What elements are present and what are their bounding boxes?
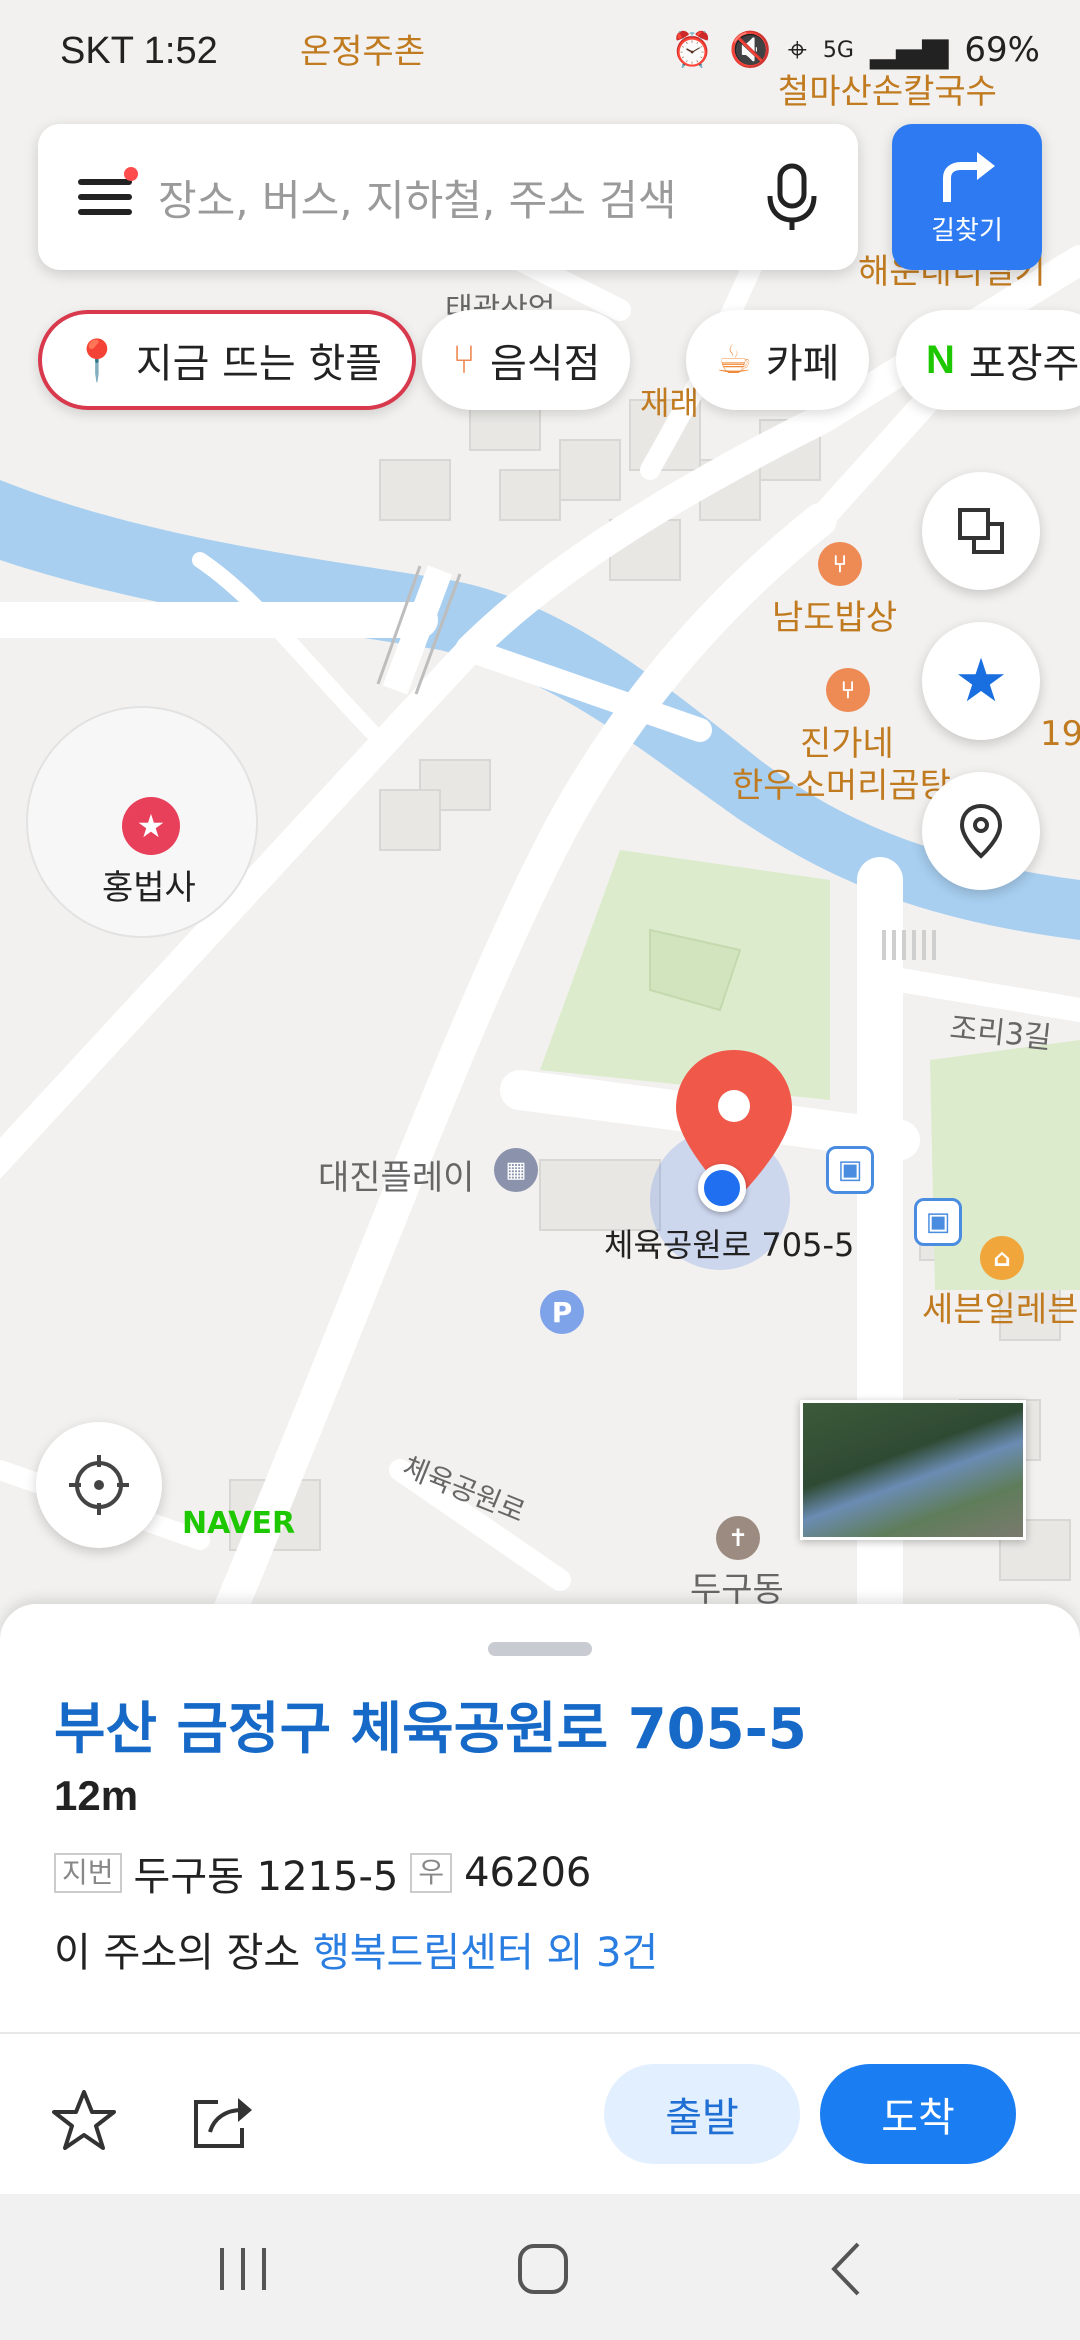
star-icon: ★ xyxy=(954,646,1008,716)
battery-percent: 69% xyxy=(964,30,1040,70)
save-star-icon[interactable] xyxy=(52,2088,116,2152)
recent-apps-icon[interactable] xyxy=(208,2234,278,2304)
directions-label: 길찾기 xyxy=(931,215,1003,246)
search-bar[interactable]: 장소, 버스, 지하철, 주소 검색 xyxy=(38,124,858,270)
chip-label: 카페 xyxy=(765,341,840,387)
chip-label: 지금 뜨는 핫플 xyxy=(135,341,383,387)
crosshair-icon xyxy=(69,1455,129,1515)
distance-text: 12m xyxy=(54,1772,139,1819)
map-label-pin-address: 체육공원로 705-5 xyxy=(604,1226,855,1264)
temple-star-icon: ★ xyxy=(122,797,180,855)
alarm-icon: ⏰ xyxy=(671,30,714,70)
places-prefix: 이 주소의 장소 xyxy=(54,1930,301,1976)
coffee-cup-icon: ☕ xyxy=(716,337,752,383)
arrive-button[interactable]: 도착 xyxy=(820,2064,1016,2164)
restaurant-icon[interactable]: ⑂ xyxy=(826,668,870,712)
place-detail-sheet[interactable]: 부산 금정구 체육공원로 705-5 12m 지번 두구동 1215-5 우 4… xyxy=(0,1604,1080,2194)
my-location-button[interactable] xyxy=(36,1422,162,1548)
layers-button[interactable] xyxy=(922,472,1040,590)
map-label-dugu: 두구동 xyxy=(690,1570,784,1610)
jibun-tag: 지번 xyxy=(54,1853,122,1893)
status-bar: SKT 1:52 ⏰ 🔇 ⌖ 5G ▂▄▆ 69% xyxy=(0,0,1080,110)
parking-icon[interactable]: P xyxy=(540,1290,584,1334)
mute-icon: 🔇 xyxy=(729,30,772,70)
status-time: SKT 1:52 xyxy=(60,30,218,72)
places-at-address: 이 주소의 장소 행복드림센터 외 3건 xyxy=(54,1920,658,1978)
location-pin-icon: 📍 xyxy=(72,337,122,384)
chip-takeout[interactable]: N 포장주 xyxy=(896,310,1080,410)
zip-code: 46206 xyxy=(464,1850,592,1896)
restaurant-icon[interactable]: ⑂ xyxy=(818,542,862,586)
favorites-button[interactable]: ★ xyxy=(922,622,1040,740)
network-type: 5G xyxy=(822,37,854,63)
menu-icon[interactable] xyxy=(78,167,138,221)
system-navigation-bar xyxy=(0,2194,1080,2340)
map-label-jae[interactable]: 재래 xyxy=(640,378,699,424)
turn-right-arrow-icon xyxy=(943,151,995,202)
street-view-thumbnail[interactable] xyxy=(800,1400,1026,1540)
layers-icon xyxy=(958,508,1004,554)
current-location-dot xyxy=(698,1164,746,1212)
share-icon[interactable] xyxy=(190,2088,254,2152)
directions-button[interactable]: 길찾기 xyxy=(892,124,1042,270)
signal-icon: ▂▄▆ xyxy=(869,30,949,70)
back-icon[interactable] xyxy=(812,2234,882,2304)
map-label-198[interactable]: 198 xyxy=(1040,714,1080,754)
chip-cafe[interactable]: ☕ 카페 xyxy=(686,310,870,410)
address-details: 지번 두구동 1215-5 우 46206 xyxy=(54,1844,591,1902)
map-label-jinga2[interactable]: 한우소머리곰탕 xyxy=(732,758,951,807)
bus-stop-icon[interactable]: ▣ xyxy=(826,1146,874,1194)
sheet-drag-handle[interactable] xyxy=(488,1642,592,1656)
zip-tag: 우 xyxy=(410,1853,453,1893)
church-icon[interactable]: ✝ xyxy=(716,1516,760,1560)
fork-knife-icon: ⑂ xyxy=(452,337,476,383)
naver-logo: NAVER xyxy=(182,1506,296,1541)
chip-restaurant[interactable]: ⑂ 음식점 xyxy=(422,310,631,410)
search-input[interactable]: 장소, 버스, 지하철, 주소 검색 xyxy=(158,167,762,228)
notification-badge xyxy=(124,167,138,181)
chip-label: 포장주 xyxy=(968,341,1080,387)
convenience-store-icon[interactable]: ⌂ xyxy=(980,1236,1024,1280)
map-pin-outline-icon xyxy=(959,803,1003,859)
address-title: 부산 금정구 체육공원로 705-5 xyxy=(54,1697,807,1762)
chip-hot-places[interactable]: 📍 지금 뜨는 핫플 xyxy=(38,310,417,410)
status-icons: ⏰ 🔇 ⌖ 5G ▂▄▆ 69% xyxy=(671,30,1040,70)
jibun-address: 두구동 1215-5 xyxy=(133,1854,399,1900)
places-link[interactable]: 행복드림센터 외 3건 xyxy=(313,1930,658,1976)
chip-label: 음식점 xyxy=(490,341,601,387)
depart-button[interactable]: 출발 xyxy=(604,2064,800,2164)
place-pin-button[interactable] xyxy=(922,772,1040,890)
map-label-namdo[interactable]: 남도밥상 xyxy=(772,590,897,639)
map-label-seven[interactable]: 세븐일레븐 xyxy=(922,1282,1078,1331)
bus-stop-icon[interactable]: ▣ xyxy=(914,1198,962,1246)
microphone-icon[interactable] xyxy=(762,162,822,232)
location-icon: ⌖ xyxy=(787,30,807,70)
map-label-hongbeopsa: 홍법사 xyxy=(102,868,196,908)
building-icon[interactable]: ▦ xyxy=(494,1148,538,1192)
map-label-daejin[interactable]: 대진플레이 xyxy=(318,1150,474,1199)
naver-n-icon: N xyxy=(926,337,955,382)
home-icon[interactable] xyxy=(508,2234,578,2304)
divider xyxy=(0,2032,1080,2034)
